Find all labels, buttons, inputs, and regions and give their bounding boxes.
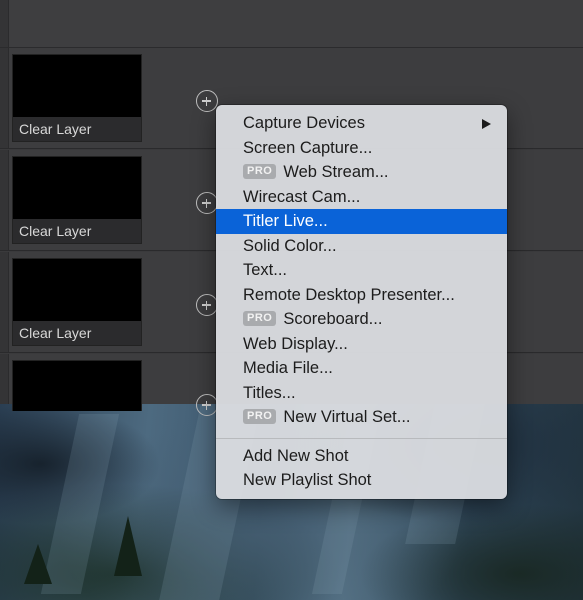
menu-item-label: Capture Devices: [243, 114, 365, 132]
menu-item-label: Web Stream...: [283, 163, 389, 181]
menu-item-scoreboard[interactable]: PRO Scoreboard...: [216, 307, 507, 332]
shot-thumbnail[interactable]: Clear Layer: [12, 156, 142, 244]
shot-label: Clear Layer: [13, 219, 141, 243]
shot-label: Clear Layer: [13, 321, 141, 345]
menu-item-label: Titler Live...: [243, 212, 328, 230]
menu-item-label: New Virtual Set...: [283, 408, 411, 426]
layer-rail: [0, 252, 9, 352]
chevron-right-icon: [482, 119, 491, 129]
add-shot-plus-icon[interactable]: [196, 394, 218, 416]
layer-rail: [0, 150, 9, 250]
menu-item-label: Add New Shot: [243, 446, 349, 465]
top-toolbar: [0, 0, 583, 48]
menu-item-screen-capture[interactable]: Screen Capture...: [216, 136, 507, 161]
add-shot-context-menu: Capture Devices Screen Capture... PRO Web…: [216, 105, 507, 499]
menu-item-add-new-shot[interactable]: Add New Shot: [216, 444, 507, 469]
shot-label: Clear Layer: [13, 117, 141, 141]
add-shot-plus-icon[interactable]: [196, 294, 218, 316]
menu-item-text[interactable]: Text...: [216, 258, 507, 283]
menu-item-web-stream[interactable]: PRO Web Stream...: [216, 160, 507, 185]
menu-item-solid-color[interactable]: Solid Color...: [216, 234, 507, 259]
menu-item-media-file[interactable]: Media File...: [216, 356, 507, 381]
menu-item-label: Media File...: [243, 359, 333, 377]
shot-thumbnail[interactable]: [12, 360, 142, 411]
add-shot-plus-icon[interactable]: [196, 90, 218, 112]
menu-item-wirecast-cam[interactable]: Wirecast Cam...: [216, 185, 507, 210]
pro-badge: PRO: [243, 310, 277, 326]
menu-item-label: Wirecast Cam...: [243, 187, 361, 206]
add-shot-plus-icon[interactable]: [196, 192, 218, 214]
menu-item-titler-live[interactable]: Titler Live...: [216, 209, 507, 234]
menu-item-capture-devices[interactable]: Capture Devices: [216, 111, 507, 136]
menu-item-titles[interactable]: Titles...: [216, 381, 507, 406]
menu-item-remote-desktop-presenter[interactable]: Remote Desktop Presenter...: [216, 283, 507, 308]
menu-item-new-playlist-shot[interactable]: New Playlist Shot: [216, 468, 507, 493]
menu-item-label: Solid Color...: [243, 236, 337, 255]
menu-item-label: Screen Capture...: [243, 138, 373, 157]
pro-badge: PRO: [243, 408, 277, 424]
menu-item-label: New Playlist Shot: [243, 471, 372, 489]
menu-separator: [216, 437, 507, 439]
layer-rail: [0, 48, 9, 148]
shot-thumbnail[interactable]: Clear Layer: [12, 54, 142, 142]
menu-item-label: Web Display...: [243, 334, 348, 353]
menu-item-label: Remote Desktop Presenter...: [243, 285, 455, 304]
menu-item-label: Titles...: [243, 383, 296, 402]
toolbar-rail: [0, 0, 9, 47]
pro-badge: PRO: [243, 163, 277, 179]
menu-item-label: Text...: [243, 261, 288, 279]
menu-item-new-virtual-set[interactable]: PRO New Virtual Set...: [216, 405, 507, 430]
layer-rail: [0, 354, 9, 404]
shot-thumbnail[interactable]: Clear Layer: [12, 258, 142, 346]
menu-item-label: Scoreboard...: [283, 310, 383, 328]
menu-item-web-display[interactable]: Web Display...: [216, 332, 507, 357]
